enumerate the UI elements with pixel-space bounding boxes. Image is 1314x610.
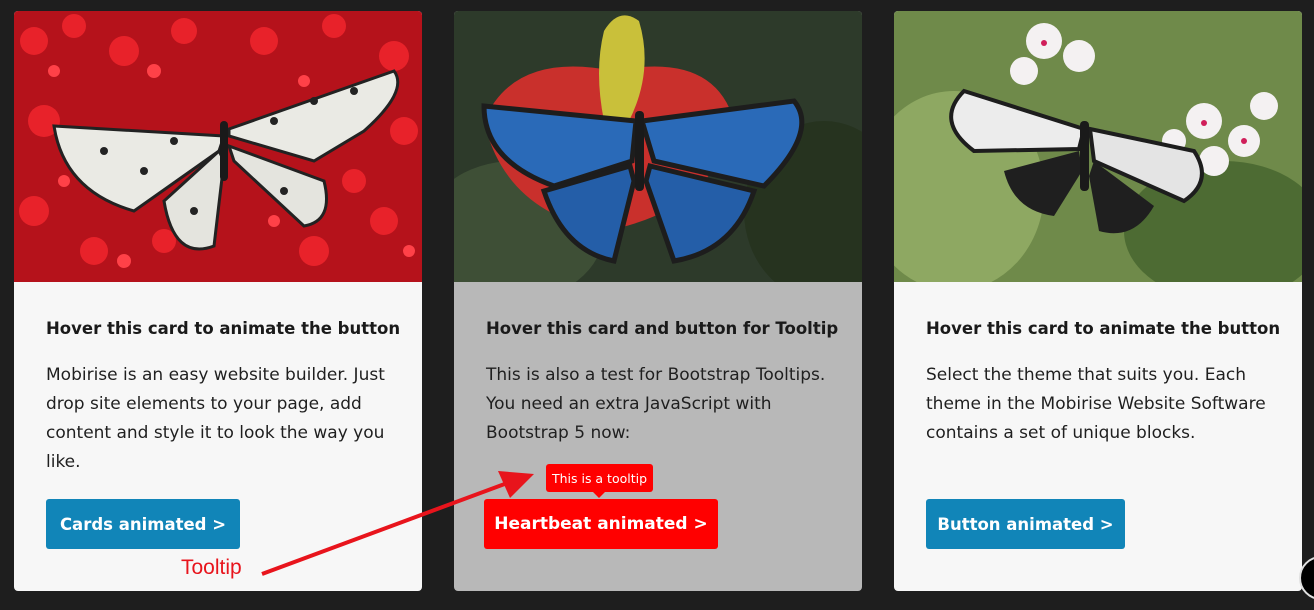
card-3-text: Select the theme that suits you. Each th… [926,365,1266,443]
butterfly-image-3 [894,11,1302,282]
card-1[interactable]: Hover this card to animate the button Mo… [14,11,422,591]
card-3-image [894,11,1302,282]
tooltip: This is a tooltip [546,464,653,492]
tooltip-arrow [593,492,605,498]
card-2-text: This is also a test for Bootstrap Toolti… [486,365,826,443]
butterfly-image-1 [14,11,422,282]
cards-animated-button[interactable]: Cards animated > [46,499,240,549]
card-1-title: Hover this card to animate the button [46,319,401,338]
butterfly-image-2 [454,11,862,282]
card-2[interactable]: Hover this card and button for Tooltip T… [454,11,862,591]
card-1-image [14,11,422,282]
button-animated-button[interactable]: Button animated > [926,499,1125,549]
card-2-image [454,11,862,282]
card-3-title: Hover this card to animate the button [926,319,1281,338]
card-2-title: Hover this card and button for Tooltip [486,319,839,338]
annotation-label: Tooltip [181,556,242,579]
card-1-text: Mobirise is an easy website builder. Jus… [46,365,385,472]
heartbeat-animated-button[interactable]: Heartbeat animated > [484,499,718,549]
card-3[interactable]: Hover this card to animate the button Se… [894,11,1302,591]
